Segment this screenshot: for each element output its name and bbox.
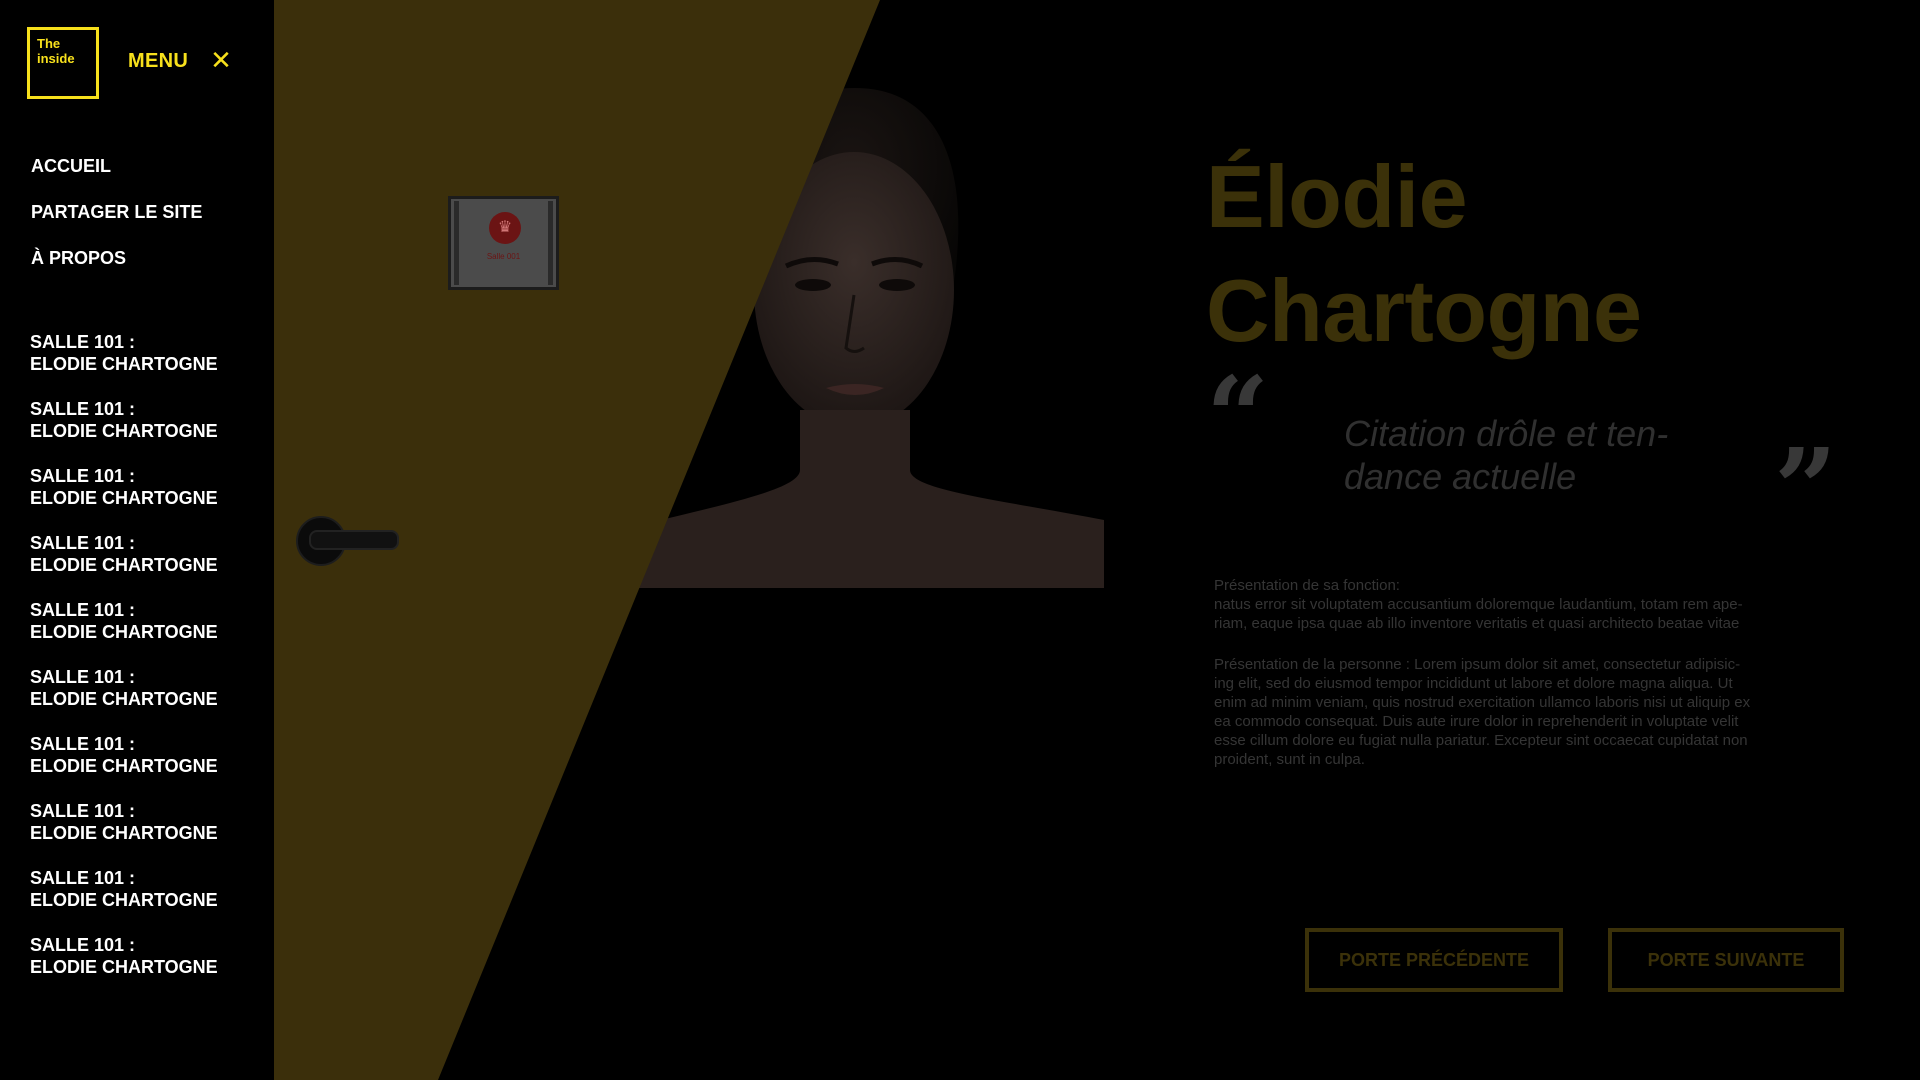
door-lever bbox=[309, 530, 399, 550]
rooms-nav: SALLE 101 : ELODIE CHARTOGNE SALLE 101 :E… bbox=[30, 331, 218, 1001]
main-nav: ACCUEIL PARTAGER LE SITE À PROPOS bbox=[31, 156, 202, 294]
logo-line-2: inside bbox=[37, 51, 75, 66]
room-number: SALLE 101 : bbox=[30, 332, 136, 352]
quote-close-icon: ” bbox=[1774, 424, 1838, 553]
menu-label: MENU bbox=[128, 50, 189, 72]
room-number: SALLE 101 : bbox=[30, 533, 136, 553]
room-link[interactable]: SALLE 101 : ELODIE CHARTOGNE bbox=[30, 934, 218, 1001]
room-number: SALLE 101 : bbox=[30, 868, 136, 888]
room-person: ELODIE CHARTOGNE bbox=[30, 488, 218, 508]
person-description: Présentation de la personne : Lorem ipsu… bbox=[1214, 655, 1874, 769]
room-person: ELODIE CHARTOGNE bbox=[30, 890, 218, 910]
door-sign-text: Salle 001 bbox=[486, 252, 521, 261]
next-door-button[interactable]: PORTE SUIVANTE bbox=[1608, 928, 1844, 992]
room-number: SALLE 101 : bbox=[30, 935, 136, 955]
room-link[interactable]: SALLE 101 : ELODIE CHARTOGNE bbox=[30, 800, 218, 867]
room-link[interactable]: SALLE 101 : ELODIE CHARTOGNE bbox=[30, 733, 218, 800]
close-icon[interactable]: ✕ bbox=[209, 47, 233, 73]
page: The inside MENU ✕ ACCUEIL PARTAGER LE SI… bbox=[0, 0, 1920, 1080]
quote-line-2: dance actuelle bbox=[1344, 456, 1577, 497]
room-link[interactable]: SALLE 101 : ELODIE CHARTOGNE bbox=[30, 532, 218, 599]
crown-icon: ♛ bbox=[489, 212, 521, 244]
room-link[interactable]: SALLE 101 : ELODIE CHARTOGNE bbox=[30, 465, 218, 532]
person-line: ea commodo consequat. Duis aute irure do… bbox=[1214, 713, 1739, 730]
room-link[interactable]: SALLE 101 : ELODIE CHARTOGNE bbox=[30, 398, 218, 465]
person-line: ing elit, sed do eiusmod tempor incididu… bbox=[1214, 675, 1733, 692]
person-line: proident, sunt in culpa. bbox=[1214, 751, 1365, 768]
room-number: SALLE 101 : bbox=[30, 466, 136, 486]
function-line: natus error sit voluptatem accusantium d… bbox=[1214, 596, 1743, 613]
sidebar-menu: The inside MENU ✕ ACCUEIL PARTAGER LE SI… bbox=[0, 0, 274, 1080]
room-person: ELODIE CHARTOGNE bbox=[30, 622, 218, 642]
site-logo[interactable]: The inside bbox=[27, 27, 99, 99]
function-description: Présentation de sa fonction: natus error… bbox=[1214, 576, 1874, 633]
person-line: Présentation de la personne : Lorem ipsu… bbox=[1214, 656, 1741, 673]
previous-door-button[interactable]: PORTE PRÉCÉDENTE bbox=[1305, 928, 1563, 992]
room-number: SALLE 101 : bbox=[30, 667, 136, 687]
door-sign: ♛ Salle 001 bbox=[448, 196, 559, 290]
room-person: ELODIE CHARTOGNE bbox=[30, 421, 218, 441]
person-last-name: Chartogne bbox=[1206, 261, 1642, 360]
function-line: Présentation de sa fonction: bbox=[1214, 577, 1400, 594]
person-line: enim ad minim veniam, quis nostrud exerc… bbox=[1214, 694, 1751, 711]
person-name: Élodie Chartogne bbox=[1206, 140, 1642, 368]
room-person: ELODIE CHARTOGNE bbox=[30, 354, 218, 374]
room-person: ELODIE CHARTOGNE bbox=[30, 555, 218, 575]
room-number: SALLE 101 : bbox=[30, 734, 136, 754]
door-handle[interactable] bbox=[296, 516, 399, 566]
person-first-name: Élodie bbox=[1206, 147, 1468, 246]
room-link[interactable]: SALLE 101 : ELODIE CHARTOGNE bbox=[30, 331, 218, 398]
function-line: riam, eaque ipsa quae ab illo inventore … bbox=[1214, 615, 1740, 632]
room-person: ELODIE CHARTOGNE bbox=[30, 823, 218, 843]
main-content: ♛ Salle 001 Élodie Chartogne “ Citation … bbox=[274, 0, 1920, 1080]
room-number: SALLE 101 : bbox=[30, 801, 136, 821]
logo-line-1: The bbox=[37, 36, 61, 51]
room-link[interactable]: SALLE 101 : ELODIE CHARTOGNE bbox=[30, 599, 218, 666]
room-person: ELODIE CHARTOGNE bbox=[30, 756, 218, 776]
quote-text: Citation drôle et ten- dance actuelle bbox=[1344, 412, 1764, 498]
person-line: esse cillum dolore eu fugiat nulla paria… bbox=[1214, 732, 1748, 749]
quote-open-icon: “ bbox=[1206, 352, 1270, 481]
room-number: SALLE 101 : bbox=[30, 600, 136, 620]
room-number: SALLE 101 : bbox=[30, 399, 136, 419]
room-link[interactable]: SALLE 101 : ELODIE CHARTOGNE bbox=[30, 867, 218, 934]
nav-item-partager[interactable]: PARTAGER LE SITE bbox=[31, 202, 202, 248]
room-person: ELODIE CHARTOGNE bbox=[30, 957, 218, 977]
room-person: ELODIE CHARTOGNE bbox=[30, 689, 218, 709]
nav-item-accueil[interactable]: ACCUEIL bbox=[31, 156, 202, 202]
quote-line-1: Citation drôle et ten- bbox=[1344, 413, 1669, 454]
nav-item-a-propos[interactable]: À PROPOS bbox=[31, 248, 202, 294]
room-link[interactable]: SALLE 101 : ELODIE CHARTOGNE bbox=[30, 666, 218, 733]
